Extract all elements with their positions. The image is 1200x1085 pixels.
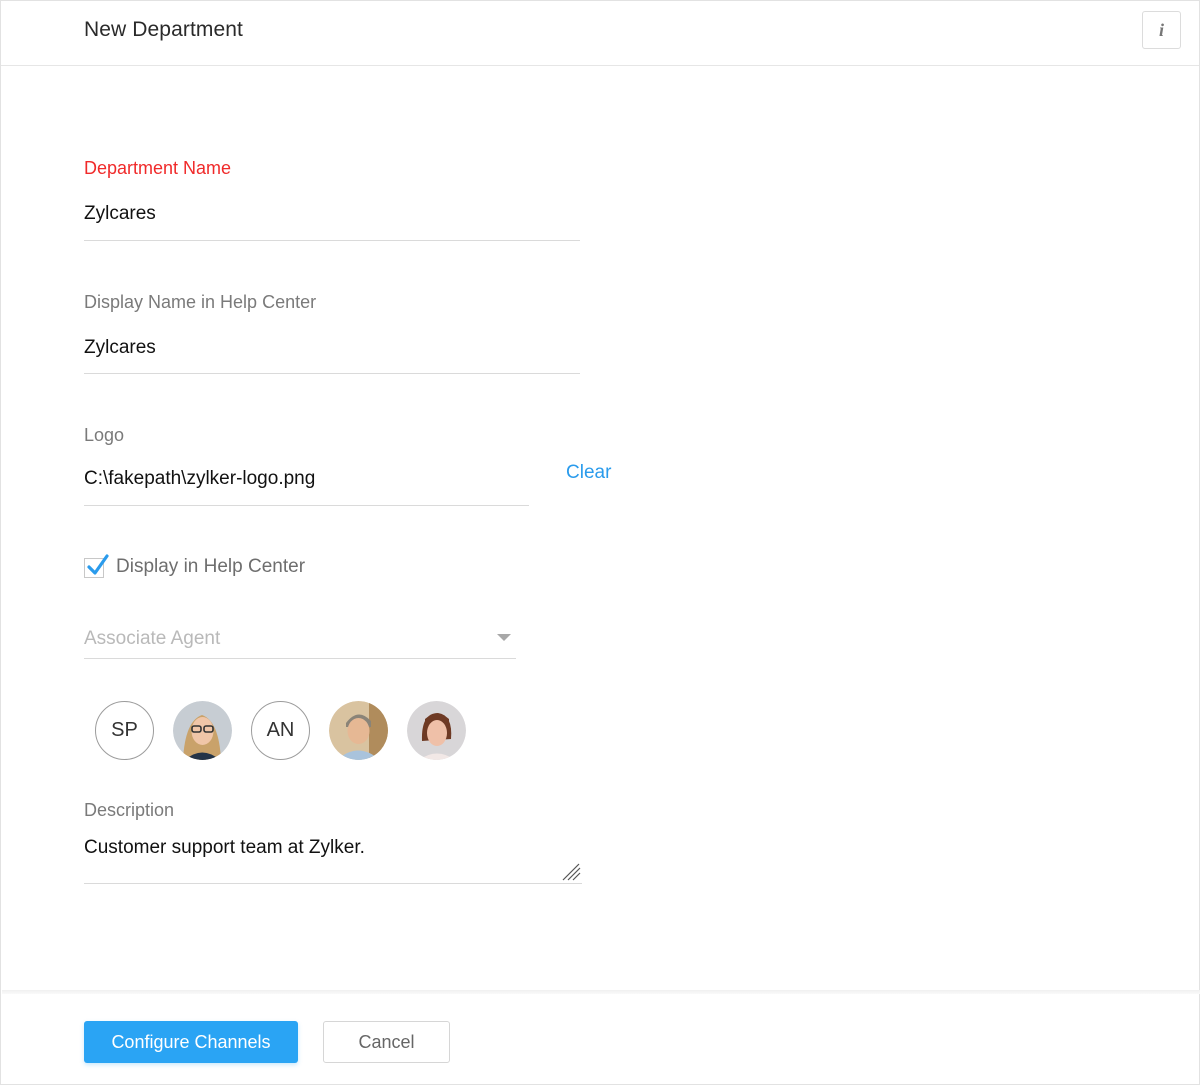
agent-avatar-photo-1[interactable] [173, 701, 232, 760]
footer-divider [2, 990, 1200, 994]
description-underline [84, 883, 582, 884]
department-name-underline [84, 240, 580, 241]
department-name-label: Department Name [84, 158, 232, 178]
agent-avatar-sp[interactable]: SP [95, 701, 154, 760]
info-icon: i [1158, 19, 1164, 40]
display-in-help-center-checkbox[interactable] [84, 554, 109, 578]
agent-avatar-an[interactable]: AN [251, 701, 310, 760]
page-title: New Department [84, 18, 243, 41]
associate-agent-select[interactable]: Associate Agent [84, 628, 220, 650]
cancel-button[interactable]: Cancel [323, 1021, 450, 1063]
display-in-help-center-label: Display in Help Center [116, 556, 306, 577]
description-label: Description [84, 800, 175, 820]
agent-photo-man-smiling-icon [329, 701, 388, 760]
display-name-input[interactable]: Zylcares [84, 337, 156, 359]
logo-underline [84, 505, 529, 506]
department-name-input[interactable]: Zylcares [84, 203, 156, 225]
info-button[interactable]: i [1142, 11, 1181, 49]
agent-avatar-photo-3[interactable] [407, 701, 466, 760]
new-department-panel: New Department i Department Name Zylcare… [0, 0, 1200, 1085]
agent-avatar-photo-2[interactable] [329, 701, 388, 760]
resize-handle-icon[interactable] [561, 863, 581, 881]
associated-agents-list: SP AN [95, 701, 466, 760]
display-name-underline [84, 373, 580, 374]
logo-label: Logo [84, 425, 125, 445]
checkmark-icon [87, 554, 109, 575]
panel-header: New Department i [1, 1, 1199, 66]
configure-channels-button[interactable]: Configure Channels [84, 1021, 298, 1063]
agent-photo-woman-short-hair-icon [407, 701, 466, 760]
associate-agent-underline [84, 658, 516, 659]
display-name-label: Display Name in Help Center [84, 292, 317, 312]
description-textarea[interactable]: Customer support team at Zylker. [84, 837, 365, 859]
logo-file-input[interactable]: C:\fakepath\zylker-logo.png [84, 468, 315, 490]
logo-clear-link[interactable]: Clear [566, 462, 611, 484]
agent-photo-woman-glasses-icon [173, 701, 232, 760]
chevron-down-icon[interactable] [497, 634, 511, 641]
